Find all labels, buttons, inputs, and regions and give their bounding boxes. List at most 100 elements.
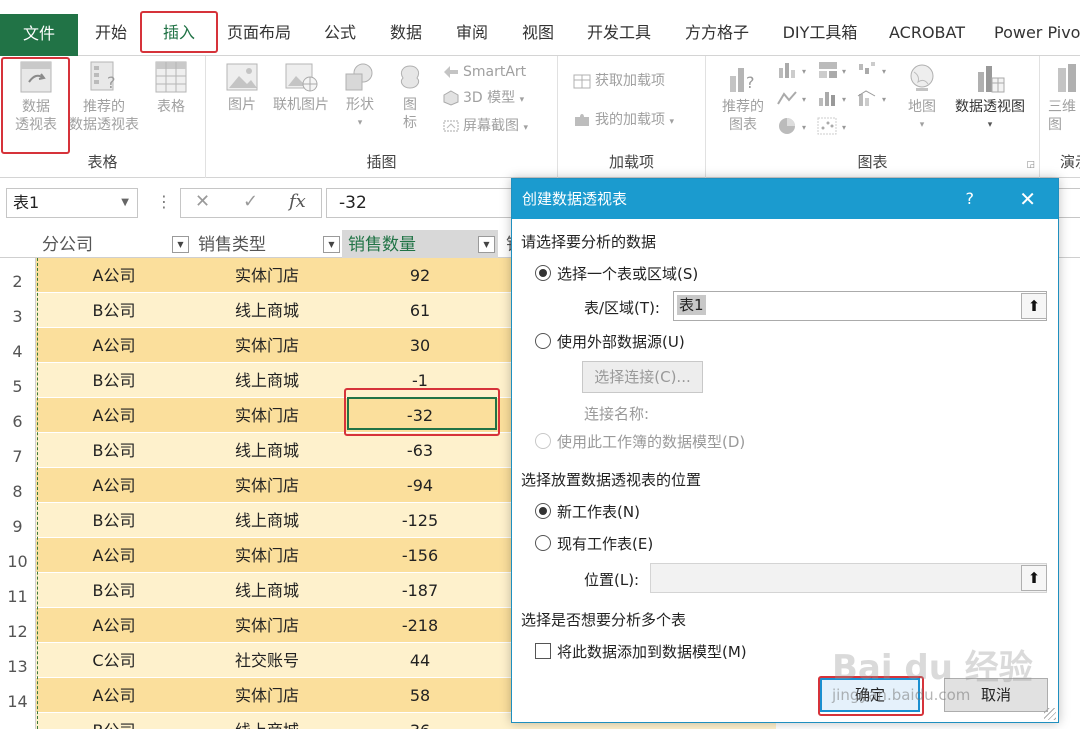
cell-sales-type[interactable]: 线上商城 (192, 713, 342, 729)
cell-company[interactable]: C公司 (36, 643, 192, 678)
cell-sales-type[interactable]: 实体门店 (192, 398, 342, 433)
scatter-chart-button[interactable]: ▾ (816, 116, 854, 138)
cell-sales-qty[interactable]: -218 (342, 608, 498, 643)
tab-file[interactable]: 文件 (0, 14, 78, 56)
cell-company[interactable]: B公司 (36, 363, 192, 398)
cell-sales-qty[interactable]: 58 (342, 678, 498, 713)
cell-sales-type[interactable]: 线上商城 (192, 433, 342, 468)
cell-company[interactable]: A公司 (36, 538, 192, 573)
row-header[interactable]: 14 (0, 678, 36, 713)
icons-button[interactable]: 图 标 (386, 62, 434, 132)
radio-external-source-label[interactable]: 使用外部数据源(U) (557, 331, 685, 352)
statistic-chart-button[interactable]: ▾ (816, 88, 854, 110)
cell-sales-type[interactable]: 实体门店 (192, 258, 342, 293)
cancel-edit-icon[interactable]: ✕ (195, 191, 210, 212)
cell-company[interactable]: A公司 (36, 328, 192, 363)
model3d-button[interactable]: 3D 模型 ▾ (442, 87, 524, 109)
cell-sales-qty[interactable]: 36 (342, 713, 498, 729)
combo-chart-button[interactable]: ▾ (856, 88, 894, 110)
filter-company-icon[interactable]: ▼ (172, 236, 189, 253)
radio-data-model-label[interactable]: 使用此工作簿的数据模型(D) (557, 431, 745, 452)
cell-company[interactable]: B公司 (36, 573, 192, 608)
radio-new-sheet[interactable] (535, 503, 551, 519)
row-header[interactable]: 5 (0, 363, 36, 398)
table-button[interactable]: 表格 (144, 60, 198, 116)
row-header[interactable]: 13 (0, 643, 36, 678)
row-header[interactable]: 6 (0, 398, 36, 433)
cell-sales-type[interactable]: 实体门店 (192, 468, 342, 503)
radio-existing-sheet[interactable] (535, 535, 551, 551)
row-header[interactable]: 11 (0, 573, 36, 608)
cell-sales-qty[interactable]: 61 (342, 293, 498, 328)
cell-sales-type[interactable]: 实体门店 (192, 608, 342, 643)
map3d-button[interactable]: 三维 图 (1048, 62, 1080, 134)
cell-sales-qty[interactable]: -125 (342, 503, 498, 538)
line-chart-button[interactable]: ▾ (776, 88, 814, 110)
cell-sales-type[interactable]: 线上商城 (192, 503, 342, 538)
row-header[interactable]: 4 (0, 328, 36, 363)
recommended-charts-button[interactable]: ? 推荐的 图表 (714, 62, 772, 134)
insert-function-icon[interactable]: fx (289, 191, 306, 212)
pictures-button[interactable]: 图片 (216, 62, 268, 114)
row-header[interactable]: 12 (0, 608, 36, 643)
table-range-picker-icon[interactable]: ⬆ (1021, 293, 1047, 319)
tab-diy-toolbox[interactable]: DIY工具箱 (776, 14, 864, 54)
tab-ffcell[interactable]: 方方格子 (680, 14, 754, 54)
cell-sales-type[interactable]: 社交账号 (192, 643, 342, 678)
tab-insert[interactable]: 插入 (140, 11, 218, 53)
cell-sales-qty[interactable]: 30 (342, 328, 498, 363)
recommended-pivot-button[interactable]: ? 推荐的 数据透视表 (64, 60, 144, 134)
name-box[interactable]: 表1 ▼ (6, 188, 138, 218)
hierarchy-chart-button[interactable]: ▾ (816, 60, 854, 82)
cell-company[interactable]: A公司 (36, 258, 192, 293)
cell-company[interactable]: A公司 (36, 398, 192, 433)
cell-sales-qty[interactable]: -63 (342, 433, 498, 468)
filter-sales-qty-icon[interactable]: ▼ (478, 236, 495, 253)
row-header[interactable]: 9 (0, 503, 36, 538)
location-picker-icon[interactable]: ⬆ (1021, 565, 1047, 591)
choose-connection-button[interactable]: 选择连接(C)... (582, 361, 703, 393)
screenshot-button[interactable]: 屏幕截图 ▾ (442, 115, 528, 137)
add-to-model-checkbox[interactable] (535, 643, 551, 659)
row-header[interactable]: 10 (0, 538, 36, 573)
radio-data-model[interactable] (535, 433, 551, 449)
column-chart-button[interactable]: ▾ (776, 60, 814, 82)
close-icon[interactable]: ✕ (1019, 179, 1036, 219)
cell-sales-type[interactable]: 线上商城 (192, 363, 342, 398)
cell-sales-qty[interactable]: 92 (342, 258, 498, 293)
location-input[interactable] (650, 563, 1047, 593)
cell-sales-qty[interactable]: -94 (342, 468, 498, 503)
cell-company[interactable]: B公司 (36, 503, 192, 538)
get-addins-button[interactable]: 获取加载项 (572, 70, 665, 92)
radio-table-range[interactable] (535, 265, 551, 281)
maps-button[interactable]: 地图 ▾ (902, 62, 942, 134)
cell-sales-qty[interactable]: -156 (342, 538, 498, 573)
radio-table-range-label[interactable]: 选择一个表或区域(S) (557, 263, 698, 284)
cell-sales-qty[interactable]: 44 (342, 643, 498, 678)
radio-existing-sheet-label[interactable]: 现有工作表(E) (557, 533, 653, 554)
tab-review[interactable]: 审阅 (448, 14, 496, 54)
cell-company[interactable]: A公司 (36, 678, 192, 713)
tab-view[interactable]: 视图 (514, 14, 562, 54)
charts-dialog-launcher-icon[interactable]: ◲ (1026, 160, 1035, 170)
tab-formulas[interactable]: 公式 (316, 14, 364, 54)
tab-developer[interactable]: 开发工具 (582, 14, 656, 54)
confirm-edit-icon[interactable]: ✓ (243, 191, 258, 212)
online-pictures-button[interactable]: 联机图片 (268, 62, 334, 114)
filter-sales-type-icon[interactable]: ▼ (323, 236, 340, 253)
cell-company[interactable]: B公司 (36, 713, 192, 729)
radio-external-source[interactable] (535, 333, 551, 349)
smartart-button[interactable]: SmartArt (442, 61, 526, 83)
tab-page-layout[interactable]: 页面布局 (222, 14, 296, 54)
pivot-chart-button[interactable]: 数据透视图 ▾ (944, 62, 1036, 134)
waterfall-chart-button[interactable]: ▾ (856, 60, 894, 82)
tab-acrobat[interactable]: ACROBAT (884, 14, 970, 54)
row-header[interactable]: 2 (0, 258, 36, 293)
pie-chart-button[interactable]: ▾ (776, 116, 814, 138)
help-icon[interactable]: ? (966, 179, 975, 219)
tab-power-pivot[interactable]: Power Pivot (994, 14, 1080, 54)
my-addins-button[interactable]: 我的加载项 ▾ (572, 109, 674, 131)
cell-company[interactable]: B公司 (36, 433, 192, 468)
add-to-model-label[interactable]: 将此数据添加到数据模型(M) (557, 641, 747, 662)
cell-company[interactable]: B公司 (36, 293, 192, 328)
